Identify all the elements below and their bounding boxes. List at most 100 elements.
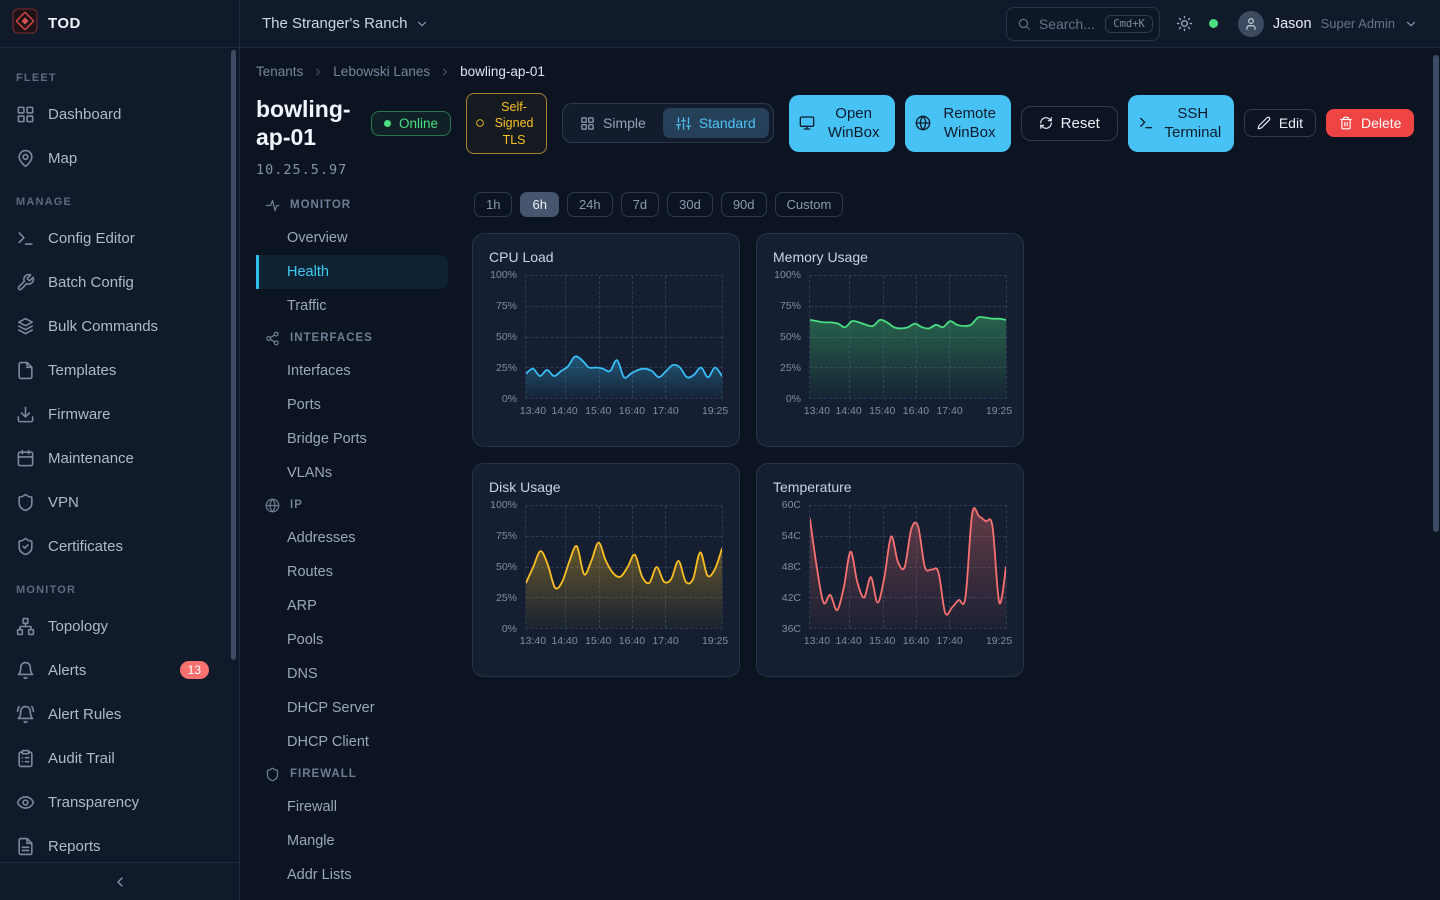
- main-content: Tenants Lebowski Lanes bowling-ap-01 bow…: [240, 48, 1440, 900]
- tls-warning-badge: Self-Signed TLS: [466, 93, 547, 154]
- range-6h[interactable]: 6h: [520, 192, 558, 217]
- theme-toggle-button[interactable]: [1174, 13, 1195, 34]
- sidebar-item-reports[interactable]: Reports: [0, 824, 239, 862]
- subnav-item-overview[interactable]: Overview: [256, 221, 448, 255]
- delete-button[interactable]: Delete: [1326, 109, 1414, 137]
- sidebar-item-audit-trail[interactable]: Audit Trail: [0, 736, 239, 780]
- shield-check-icon: [16, 537, 35, 556]
- subnav-item-bridge-ports[interactable]: Bridge Ports: [256, 422, 448, 456]
- subnav-item-ports[interactable]: Ports: [256, 388, 448, 422]
- sidebar: Fleet Dashboard Map Manage Config Editor…: [0, 48, 240, 900]
- subnav-item-vlans[interactable]: VLANs: [256, 456, 448, 490]
- range-24h[interactable]: 24h: [567, 192, 613, 217]
- sidebar-item-maintenance[interactable]: Maintenance: [0, 436, 239, 480]
- subnav-group-monitor: Monitor: [256, 190, 448, 221]
- circle-small-icon: [475, 118, 485, 128]
- globe-icon: [265, 498, 280, 513]
- chart-card-cpu-load: CPU Load 0%25%50%75%100% 13:4014:4015:4: [472, 233, 740, 447]
- subnav-item-dhcp-server[interactable]: DHCP Server: [256, 691, 448, 725]
- tenant-selector[interactable]: The Stranger's Ranch: [256, 14, 435, 33]
- sidebar-collapse-button[interactable]: [106, 873, 134, 891]
- sidebar-item-vpn[interactable]: VPN: [0, 480, 239, 524]
- subnav-item-interfaces[interactable]: Interfaces: [256, 354, 448, 388]
- y-axis-labels: 0%25%50%75%100%: [489, 275, 525, 399]
- sidebar-item-transparency[interactable]: Transparency: [0, 780, 239, 824]
- shield-icon: [265, 767, 280, 782]
- subnav-item-firewall[interactable]: Firewall: [256, 790, 448, 824]
- chart-title: CPU Load: [489, 249, 723, 265]
- status-badge: Online: [371, 111, 451, 136]
- clipboard-icon: [16, 749, 35, 768]
- sidebar-item-topology[interactable]: Topology: [0, 604, 239, 648]
- ssh-terminal-button[interactable]: SSH Terminal: [1128, 95, 1234, 152]
- subnav-item-pools[interactable]: Pools: [256, 623, 448, 657]
- range-90d[interactable]: 90d: [721, 192, 767, 217]
- open-winbox-button[interactable]: Open WinBox: [789, 95, 895, 152]
- sidebar-item-dashboard[interactable]: Dashboard: [0, 92, 239, 136]
- sun-icon: [1176, 15, 1193, 32]
- sidebar-section-title: Monitor: [0, 568, 239, 604]
- sidebar-item-alerts[interactable]: Alerts 13: [0, 648, 239, 692]
- range-1h[interactable]: 1h: [474, 192, 512, 217]
- main-scrollbar[interactable]: [1433, 55, 1439, 532]
- terminal-icon: [16, 229, 35, 248]
- subnav-item-health[interactable]: Health: [256, 255, 448, 289]
- terminal-icon: [1138, 115, 1154, 131]
- sidebar-item-alert-rules[interactable]: Alert Rules: [0, 692, 239, 736]
- monitor-icon: [799, 115, 815, 131]
- edit-button[interactable]: Edit: [1244, 109, 1316, 137]
- file-icon: [16, 361, 35, 380]
- sidebar-item-certificates[interactable]: Certificates: [0, 524, 239, 568]
- breadcrumb-tenants[interactable]: Tenants: [256, 64, 303, 79]
- sidebar-item-batch-config[interactable]: Batch Config: [0, 260, 239, 304]
- device-ip: 10.25.5.97: [256, 162, 1424, 178]
- eye-icon: [16, 793, 35, 812]
- breadcrumb-tenant-name[interactable]: Lebowski Lanes: [333, 64, 430, 79]
- memory-usage-plot: [809, 275, 1007, 399]
- subnav-item-conntrack[interactable]: ConnTrack: [256, 892, 448, 900]
- user-icon: [1244, 17, 1258, 31]
- alerts-count-badge: 13: [180, 661, 209, 679]
- online-dot-icon: [384, 120, 391, 127]
- temperature-chart: [810, 506, 1006, 628]
- y-axis-labels: 0%25%50%75%100%: [773, 275, 809, 399]
- subnav-item-dns[interactable]: DNS: [256, 657, 448, 691]
- chevron-left-icon: [112, 874, 128, 890]
- subnav-item-addr-lists[interactable]: Addr Lists: [256, 858, 448, 892]
- search-shortcut: Cmd+K: [1105, 15, 1153, 33]
- user-role: Super Admin: [1321, 16, 1395, 31]
- subnav-item-dhcp-client[interactable]: DHCP Client: [256, 725, 448, 759]
- range-custom[interactable]: Custom: [775, 192, 844, 217]
- sidebar-item-map[interactable]: Map: [0, 136, 239, 180]
- view-mode-simple[interactable]: Simple: [567, 108, 659, 138]
- time-range-selector: 1h 6h 24h 7d 30d 90d Custom: [474, 192, 1424, 217]
- range-7d[interactable]: 7d: [621, 192, 659, 217]
- x-axis-labels: 13:4014:4015:4016:4017:4019:25: [809, 635, 1007, 649]
- sidebar-item-templates[interactable]: Templates: [0, 348, 239, 392]
- sidebar-item-config-editor[interactable]: Config Editor: [0, 216, 239, 260]
- charts-section: 1h 6h 24h 7d 30d 90d Custom CPU Load 0%25%50%7…: [448, 190, 1424, 900]
- sidebar-item-firmware[interactable]: Firmware: [0, 392, 239, 436]
- remote-winbox-button[interactable]: Remote WinBox: [905, 95, 1011, 152]
- subnav-item-mangle[interactable]: Mangle: [256, 824, 448, 858]
- chart-title: Disk Usage: [489, 479, 723, 495]
- subnav-group-ip: IP: [256, 490, 448, 521]
- y-axis-labels: 0%25%50%75%100%: [489, 505, 525, 629]
- subnav-item-routes[interactable]: Routes: [256, 555, 448, 589]
- sidebar-item-bulk-commands[interactable]: Bulk Commands: [0, 304, 239, 348]
- activity-icon: [265, 198, 280, 213]
- subnav-item-addresses[interactable]: Addresses: [256, 521, 448, 555]
- breadcrumb-device-name: bowling-ap-01: [460, 64, 545, 79]
- reset-button[interactable]: Reset: [1021, 106, 1118, 141]
- share-icon: [265, 331, 280, 346]
- bell-ring-icon: [16, 705, 35, 724]
- search-input[interactable]: Search... Cmd+K: [1006, 7, 1160, 41]
- sidebar-scrollbar[interactable]: [231, 50, 236, 660]
- user-menu[interactable]: Jason Super Admin: [1232, 10, 1424, 38]
- subnav-item-arp[interactable]: ARP: [256, 589, 448, 623]
- brand: TOD: [0, 0, 240, 47]
- range-30d[interactable]: 30d: [667, 192, 713, 217]
- view-mode-standard[interactable]: Standard: [663, 108, 769, 138]
- x-axis-labels: 13:4014:4015:4016:4017:4019:25: [525, 405, 723, 419]
- subnav-item-traffic[interactable]: Traffic: [256, 289, 448, 323]
